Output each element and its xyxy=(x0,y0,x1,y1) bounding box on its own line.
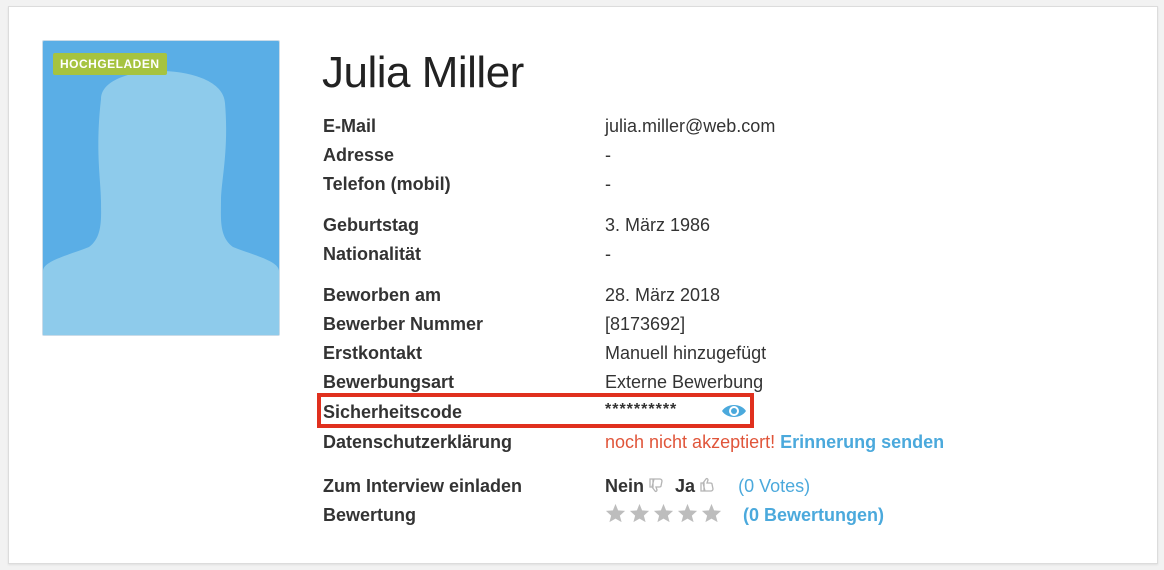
security-code-highlight xyxy=(317,393,754,428)
star-icon[interactable] xyxy=(653,503,674,528)
application-type-value: Externe Bewerbung xyxy=(605,372,764,392)
address-label: Adresse xyxy=(323,145,395,165)
email-label: E-Mail xyxy=(323,116,377,136)
address-value: - xyxy=(605,145,611,165)
phone-label: Telefon (mobil) xyxy=(323,174,451,194)
privacy-status: noch nicht akzeptiert! xyxy=(605,432,776,452)
birthday-label: Geburtstag xyxy=(323,215,420,235)
rating-count-link[interactable]: (0 Bewertungen) xyxy=(743,503,884,527)
email-value: julia.miller@web.com xyxy=(605,116,776,136)
star-icon[interactable] xyxy=(677,503,698,528)
first-contact-value: Manuell hinzugefügt xyxy=(605,343,767,363)
star-icon[interactable] xyxy=(629,503,650,528)
invite-votes-count[interactable]: (0 Votes) xyxy=(738,476,810,496)
privacy-status-row: noch nicht akzeptiert! Erinnerung senden xyxy=(605,430,944,454)
applied-date-label: Beworben am xyxy=(323,285,442,305)
star-rating[interactable] xyxy=(605,503,725,528)
avatar-silhouette-icon xyxy=(43,71,279,335)
applied-date-value: 28. März 2018 xyxy=(605,285,721,305)
rating-count[interactable]: (0 Bewertungen) xyxy=(743,505,884,525)
applicant-name: Julia Miller xyxy=(322,48,524,97)
invite-label: Zum Interview einladen xyxy=(323,476,523,496)
uploaded-badge: HOCHGELADEN xyxy=(53,53,167,75)
rating-label: Bewertung xyxy=(323,505,417,525)
application-type-label: Bewerbungsart xyxy=(323,372,455,392)
applicant-number-value: [8173692] xyxy=(605,314,686,334)
thumbs-up-icon[interactable] xyxy=(699,475,715,499)
thumbs-down-icon[interactable] xyxy=(648,475,664,499)
first-contact-label: Erstkontakt xyxy=(323,343,423,363)
privacy-label: Datenschutzerklärung xyxy=(323,432,513,452)
birthday-value: 3. März 1986 xyxy=(605,215,711,235)
star-icon[interactable] xyxy=(605,503,626,528)
applicant-number-label: Bewerber Nummer xyxy=(323,314,484,334)
phone-value: - xyxy=(605,174,611,194)
nationality-value: - xyxy=(605,244,611,264)
star-icon[interactable] xyxy=(701,503,722,528)
invite-vote-row: Nein Ja (0 Votes) xyxy=(605,474,810,499)
invite-yes-label: Ja xyxy=(675,476,696,496)
send-reminder-link[interactable]: Erinnerung senden xyxy=(780,432,944,452)
invite-no-label: Nein xyxy=(605,476,645,496)
profile-photo-placeholder[interactable] xyxy=(42,40,280,336)
nationality-label: Nationalität xyxy=(323,244,422,264)
